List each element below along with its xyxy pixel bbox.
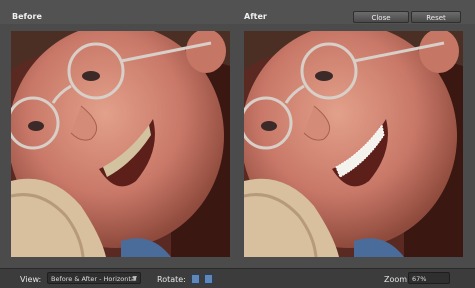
reset-button[interactable]: Reset [411,11,461,23]
close-button[interactable]: Close [353,11,409,23]
before-photo [11,31,230,257]
rotate-right-icon[interactable] [204,274,213,284]
after-title: After [244,12,267,21]
view-select[interactable]: Before & After - Horizontal ▼ [47,272,141,284]
view-label: View: [20,275,42,284]
chevron-down-icon: ▼ [132,275,137,282]
after-photo [244,31,463,257]
zoom-input[interactable]: 67% [408,272,450,284]
zoom-value: 67% [412,275,427,283]
view-toolbar: View: Before & After - Horizontal ▼ Rota… [0,268,475,288]
zoom-label: Zoom: [384,275,410,284]
view-select-value: Before & After - Horizontal [51,275,137,283]
before-title: Before [12,12,42,21]
rotate-left-icon[interactable] [191,274,200,284]
rotate-label: Rotate: [157,275,186,284]
